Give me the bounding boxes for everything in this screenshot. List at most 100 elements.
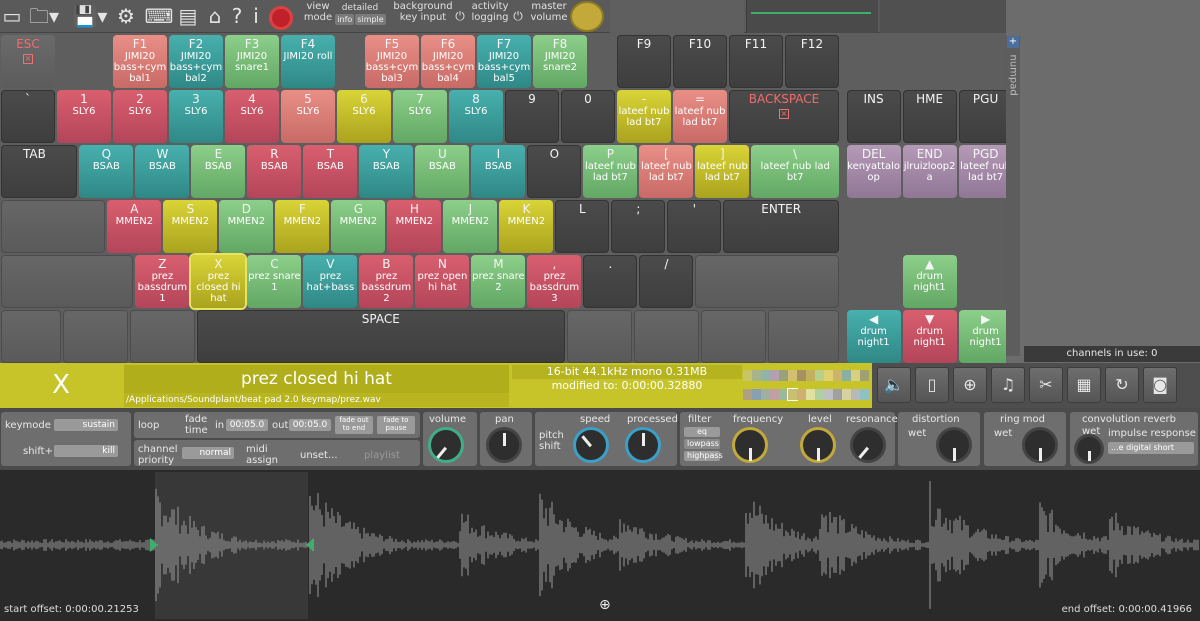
key-lctrl[interactable] xyxy=(1,310,61,363)
key-p[interactable]: Plateef nub lad bt7 xyxy=(583,145,638,198)
color-swatch[interactable] xyxy=(743,370,752,381)
key-s[interactable]: S MMEN2 xyxy=(163,200,218,253)
key-rshift[interactable] xyxy=(695,255,839,308)
color-swatch[interactable] xyxy=(824,370,833,381)
key-z[interactable]: Zprez bassdrum 1 xyxy=(135,255,190,308)
midi-assign-value[interactable]: unset... xyxy=(300,450,338,461)
color-swatch[interactable] xyxy=(833,389,842,400)
reload-icon[interactable]: ↻ xyxy=(1105,367,1139,403)
key-bksp[interactable]: BACKSPACE × xyxy=(729,90,839,143)
color-swatch[interactable] xyxy=(806,389,815,400)
key-del[interactable]: DEL kenyattalo op xyxy=(846,145,901,198)
speed-knob[interactable] xyxy=(573,427,609,463)
color-swatch[interactable] xyxy=(797,370,806,381)
view-detailed-option[interactable]: detailed xyxy=(334,3,386,14)
key-space[interactable]: SPACE xyxy=(197,310,565,363)
key-f11[interactable]: F11 xyxy=(729,35,783,88)
convolution-knob[interactable] xyxy=(1074,434,1104,464)
key-n6[interactable]: 6 SLY6 xyxy=(337,90,391,143)
key-left[interactable]: ◀ drum night1 xyxy=(846,310,901,363)
color-swatch[interactable] xyxy=(797,389,806,400)
key-n8[interactable]: 8 SLY6 xyxy=(449,90,503,143)
color-swatch[interactable] xyxy=(770,370,779,381)
key-lalt[interactable] xyxy=(129,310,195,363)
master-volume-knob[interactable] xyxy=(570,1,604,32)
key-menu[interactable] xyxy=(701,310,767,363)
key-pgu[interactable]: PGU xyxy=(958,90,1013,143)
key-f7[interactable]: F7 JIMI20 bass+cym bal5 xyxy=(477,35,531,88)
frequency-knob[interactable] xyxy=(732,427,768,463)
channel-priority-select[interactable]: normal xyxy=(182,447,234,459)
pan-knob[interactable] xyxy=(486,427,522,463)
color-swatch[interactable] xyxy=(824,389,833,400)
key-apos[interactable]: ' xyxy=(667,200,722,253)
key-f4[interactable]: F4 JIMI20 roll xyxy=(281,35,335,88)
key-dot[interactable]: . xyxy=(583,255,638,308)
speaker-icon[interactable]: 🔈 xyxy=(877,367,911,403)
key-a[interactable]: A MMEN2 xyxy=(107,200,162,253)
key-comma[interactable]: , prez bassdrum 3 xyxy=(527,255,582,308)
color-swatch[interactable] xyxy=(743,389,752,400)
key-ralt[interactable] xyxy=(566,310,632,363)
fade-out-field[interactable]: 00:05.0 xyxy=(289,419,331,431)
key-i[interactable]: I BSAB xyxy=(471,145,526,198)
color-swatch[interactable] xyxy=(779,370,788,381)
key-x[interactable]: Xprez closed hi hat xyxy=(191,255,246,308)
stop-all-icon[interactable] xyxy=(266,3,296,30)
key-n1[interactable]: 1 SLY6 xyxy=(57,90,111,143)
color-swatch[interactable] xyxy=(851,389,860,400)
key-o[interactable]: O xyxy=(527,145,582,198)
open-folder-icon[interactable]: 🗀▾ xyxy=(24,3,64,30)
key-esc[interactable]: ESC × xyxy=(1,35,55,88)
key-e[interactable]: E BSAB xyxy=(191,145,246,198)
filter-highpass-button[interactable]: highpass xyxy=(684,451,723,461)
numpad-expand-icon[interactable]: + xyxy=(1007,36,1019,48)
key-r[interactable]: R BSAB xyxy=(247,145,302,198)
shift-select[interactable]: kill xyxy=(54,445,118,457)
loop-label[interactable]: loop xyxy=(138,420,159,431)
key-h[interactable]: H MMEN2 xyxy=(387,200,442,253)
key-ins[interactable]: INS xyxy=(846,90,901,143)
resonance-knob[interactable] xyxy=(850,427,886,463)
color-swatch[interactable] xyxy=(851,370,860,381)
key-n3[interactable]: 3 SLY6 xyxy=(169,90,223,143)
color-swatch[interactable] xyxy=(761,389,770,400)
color-swatch[interactable] xyxy=(806,370,815,381)
key-lshift[interactable] xyxy=(1,255,134,308)
key-f2[interactable]: F2 JIMI20 bass+cym bal2 xyxy=(169,35,223,88)
color-swatch[interactable] xyxy=(787,388,798,401)
info-icon[interactable]: i xyxy=(248,3,264,30)
keyboard-icon[interactable]: ⌨ xyxy=(144,3,174,30)
key-caps[interactable] xyxy=(1,200,106,253)
level-knob[interactable] xyxy=(800,427,836,463)
key-rwin[interactable] xyxy=(633,310,699,363)
key-g[interactable]: G MMEN2 xyxy=(331,200,386,253)
key-rbr[interactable]: ] lateef nub lad bt7 xyxy=(695,145,750,198)
view-info-option[interactable]: info xyxy=(335,14,355,25)
new-file-icon[interactable]: ▭ xyxy=(2,3,22,30)
key-j[interactable]: J MMEN2 xyxy=(443,200,498,253)
piano-icon[interactable]: ♫ xyxy=(991,367,1025,403)
key-pgd[interactable]: PGD lateef nub lad bt7 xyxy=(958,145,1013,198)
view-mode-selector[interactable]: detailed info simple xyxy=(334,3,386,25)
key-eql[interactable]: = lateef nub lad bt7 xyxy=(673,90,727,143)
key-up[interactable]: ▲ drum night1 xyxy=(902,255,957,308)
key-f8[interactable]: F8 JIMI20 snare2 xyxy=(533,35,587,88)
color-swatch[interactable] xyxy=(842,370,851,381)
search-add-icon[interactable]: ⊕ xyxy=(953,367,987,403)
key-v[interactable]: Vprez hat+bass xyxy=(303,255,358,308)
filter-lowpass-button[interactable]: lowpass xyxy=(684,439,720,449)
color-swatch[interactable] xyxy=(788,370,797,381)
key-b[interactable]: Bprez bassdrum 2 xyxy=(359,255,414,308)
volume-knob[interactable] xyxy=(428,427,464,463)
filter-eq-button[interactable]: eq xyxy=(684,427,720,437)
distortion-knob[interactable] xyxy=(936,427,972,463)
impulse-response-select[interactable]: ...e digital short xyxy=(1108,442,1194,454)
key-q[interactable]: Q BSAB xyxy=(79,145,134,198)
key-lbr[interactable]: [lateef nub lad bt7 xyxy=(639,145,694,198)
key-end[interactable]: END jlruizloop2 a xyxy=(902,145,957,198)
key-f12[interactable]: F12 xyxy=(785,35,839,88)
key-f1[interactable]: F1 JIMI20 bass+cym bal1 xyxy=(113,35,167,88)
color-swatch[interactable] xyxy=(860,389,869,400)
key-k[interactable]: K MMEN2 xyxy=(499,200,554,253)
